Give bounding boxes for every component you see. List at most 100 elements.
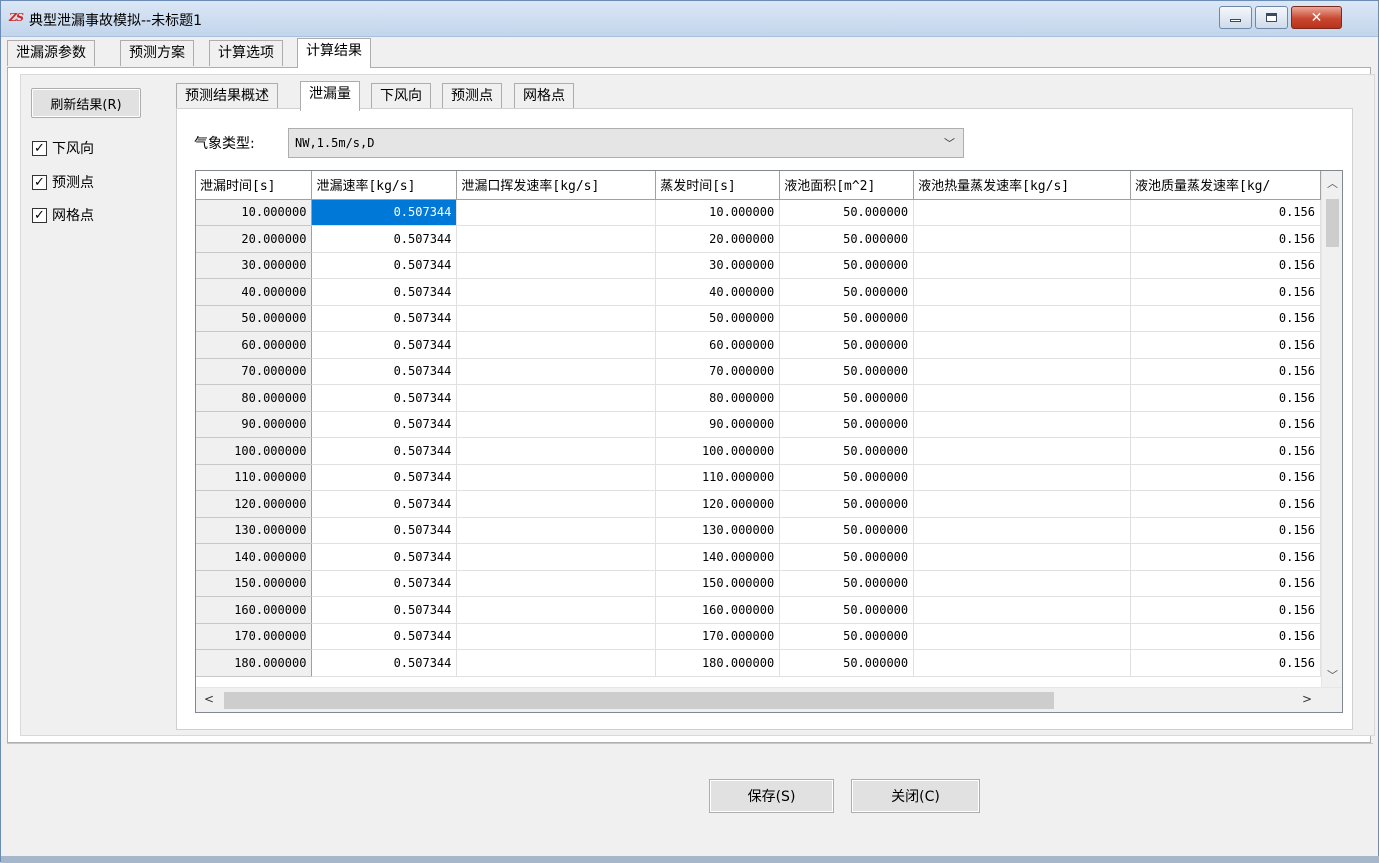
table-cell[interactable]: 0.507344 — [311, 464, 458, 491]
table-cell[interactable]: 0.507344 — [311, 278, 458, 306]
horizontal-scroll-thumb[interactable] — [224, 692, 1054, 709]
table-cell[interactable]: 0.156 — [1130, 199, 1321, 226]
table-cell[interactable] — [913, 570, 1132, 597]
check-icon[interactable]: ✓ — [32, 174, 47, 190]
row-header-cell[interactable]: 120.000000 — [196, 490, 313, 518]
row-header-cell[interactable]: 170.000000 — [196, 623, 313, 650]
row-header-cell[interactable]: 40.000000 — [196, 278, 313, 306]
table-cell[interactable]: 50.000000 — [779, 490, 915, 518]
vertical-scrollbar[interactable]: ︿ ﹀ — [1321, 171, 1342, 687]
table-row[interactable]: 120.000000 0.507344 120.000000 50.000000 0.1… — [196, 490, 1321, 518]
tab-leak-source-params[interactable]: 泄漏源参数 — [7, 40, 95, 66]
table-cell[interactable]: 0.156 — [1130, 278, 1321, 306]
table-cell[interactable] — [456, 252, 657, 279]
scroll-right-icon[interactable]: > — [1298, 692, 1316, 708]
check-icon[interactable]: ✓ — [32, 140, 47, 156]
table-cell[interactable]: 0.156 — [1130, 649, 1321, 677]
table-cell[interactable] — [913, 331, 1132, 359]
table-cell[interactable]: 50.000000 — [779, 570, 915, 597]
table-row[interactable]: 40.000000 0.507344 40.000000 50.000000 0.156 — [196, 278, 1321, 306]
column-header[interactable]: 液池面积[m^2] — [779, 171, 915, 200]
table-cell[interactable]: 0.156 — [1130, 464, 1321, 491]
column-header[interactable]: 泄漏速率[kg/s] — [311, 171, 458, 200]
leak-results-grid[interactable]: 泄漏时间[s] 泄漏速率[kg/s] 泄漏口挥发速率[kg/s] 蒸发时间[s] 液池面… — [195, 170, 1343, 713]
weather-type-select[interactable]: NW,1.5m/s,D ﹀ — [288, 128, 964, 158]
table-cell[interactable]: 160.000000 — [655, 596, 781, 624]
row-header-cell[interactable]: 150.000000 — [196, 570, 313, 597]
table-cell[interactable]: 110.000000 — [655, 464, 781, 491]
table-cell[interactable]: 60.000000 — [655, 331, 781, 359]
title-bar[interactable]: ZS 典型泄漏事故模拟--未标题1 ✕ — [1, 1, 1378, 37]
table-cell[interactable] — [456, 596, 657, 624]
checkbox-grid-points[interactable]: ✓ 网格点 — [32, 206, 94, 224]
table-cell[interactable]: 0.507344 — [311, 570, 458, 597]
row-header-cell[interactable]: 20.000000 — [196, 225, 313, 253]
table-cell[interactable] — [913, 649, 1132, 677]
table-cell[interactable]: 0.507344 — [311, 543, 458, 571]
table-cell[interactable] — [456, 331, 657, 359]
table-cell[interactable]: 0.156 — [1130, 384, 1321, 412]
table-cell[interactable]: 120.000000 — [655, 490, 781, 518]
table-cell[interactable] — [456, 199, 657, 226]
table-cell[interactable]: 0.507344 — [311, 305, 458, 332]
minimize-button[interactable] — [1219, 6, 1252, 29]
table-cell[interactable]: 0.156 — [1130, 225, 1321, 253]
subtab-leak-amount[interactable]: 泄漏量 — [300, 81, 360, 111]
table-cell[interactable] — [913, 358, 1132, 385]
column-header[interactable]: 泄漏口挥发速率[kg/s] — [456, 171, 657, 200]
maximize-button[interactable] — [1255, 6, 1288, 29]
table-cell[interactable] — [456, 384, 657, 412]
subtab-prediction-points[interactable]: 预测点 — [442, 83, 502, 109]
table-cell[interactable]: 0.156 — [1130, 596, 1321, 624]
table-cell[interactable] — [456, 278, 657, 306]
table-cell[interactable] — [913, 464, 1132, 491]
table-cell[interactable]: 50.000000 — [779, 543, 915, 571]
table-row[interactable]: 30.000000 0.507344 30.000000 50.000000 0.156 — [196, 252, 1321, 279]
table-cell[interactable]: 0.156 — [1130, 411, 1321, 438]
table-cell[interactable] — [456, 225, 657, 253]
table-cell[interactable]: 80.000000 — [655, 384, 781, 412]
horizontal-scrollbar[interactable]: < > — [196, 687, 1342, 712]
table-cell[interactable]: 0.507344 — [311, 649, 458, 677]
table-cell[interactable] — [456, 464, 657, 491]
table-cell[interactable]: 150.000000 — [655, 570, 781, 597]
table-cell[interactable]: 0.507344 — [311, 623, 458, 650]
table-cell[interactable]: 100.000000 — [655, 437, 781, 465]
table-cell[interactable]: 0.156 — [1130, 570, 1321, 597]
table-row[interactable]: 180.000000 0.507344 180.000000 50.000000 0.1… — [196, 649, 1321, 677]
table-cell[interactable] — [456, 570, 657, 597]
table-cell[interactable] — [456, 623, 657, 650]
table-cell[interactable] — [913, 278, 1132, 306]
vertical-scroll-thumb[interactable] — [1326, 199, 1339, 247]
table-cell[interactable]: 50.000000 — [655, 305, 781, 332]
table-cell[interactable]: 50.000000 — [779, 596, 915, 624]
table-cell[interactable]: 0.507344 — [311, 252, 458, 279]
table-cell[interactable]: 0.156 — [1130, 623, 1321, 650]
table-cell[interactable]: 0.507344 — [311, 199, 458, 226]
table-cell[interactable]: 0.507344 — [311, 358, 458, 385]
table-cell[interactable]: 0.156 — [1130, 517, 1321, 544]
tab-calc-options[interactable]: 计算选项 — [209, 40, 283, 66]
row-header-cell[interactable]: 10.000000 — [196, 199, 313, 226]
table-row[interactable]: 20.000000 0.507344 20.000000 50.000000 0.156 — [196, 225, 1321, 253]
row-header-cell[interactable]: 160.000000 — [196, 596, 313, 624]
table-cell[interactable] — [913, 490, 1132, 518]
table-cell[interactable] — [913, 411, 1132, 438]
table-cell[interactable] — [456, 543, 657, 571]
table-cell[interactable]: 0.156 — [1130, 331, 1321, 359]
subtab-grid-points[interactable]: 网格点 — [514, 83, 574, 109]
table-row[interactable]: 50.000000 0.507344 50.000000 50.000000 0.156 — [196, 305, 1321, 332]
table-cell[interactable]: 0.156 — [1130, 437, 1321, 465]
close-button[interactable]: 关闭(C) — [851, 779, 980, 813]
table-cell[interactable] — [913, 384, 1132, 412]
table-cell[interactable] — [913, 623, 1132, 650]
table-cell[interactable] — [456, 411, 657, 438]
column-header[interactable]: 液池热量蒸发速率[kg/s] — [913, 171, 1132, 200]
row-header-cell[interactable]: 140.000000 — [196, 543, 313, 571]
column-header[interactable]: 液池质量蒸发速率[kg/ — [1130, 171, 1321, 200]
table-cell[interactable] — [913, 437, 1132, 465]
row-header-cell[interactable]: 100.000000 — [196, 437, 313, 465]
table-cell[interactable]: 0.507344 — [311, 596, 458, 624]
table-row[interactable]: 10.000000 0.507344 10.000000 50.000000 0.156 — [196, 199, 1321, 226]
scroll-down-icon[interactable]: ﹀ — [1322, 667, 1342, 685]
